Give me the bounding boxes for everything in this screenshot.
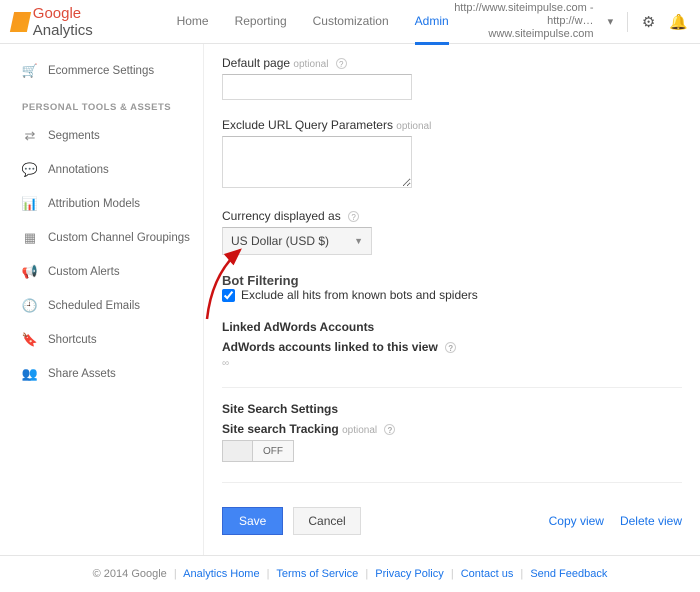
toggle-thumb	[223, 441, 253, 461]
logo[interactable]: Google Analytics	[12, 5, 127, 39]
sidebar-item-shortcuts[interactable]: 🔖 Shortcuts	[14, 323, 203, 357]
cart-icon: 🛒	[22, 63, 38, 79]
site-search-toggle[interactable]: OFF	[222, 440, 294, 462]
bot-filtering-title: Bot Filtering	[222, 273, 682, 288]
sidebar-label: Custom Alerts	[48, 266, 120, 278]
sidebar-item-scheduled-emails[interactable]: 🕘 Scheduled Emails	[14, 289, 203, 323]
linked-adwords-sub: AdWords accounts linked to this view ?	[222, 340, 682, 354]
help-icon[interactable]: ?	[384, 424, 395, 435]
footer-copyright: © 2014 Google	[93, 568, 167, 580]
bell-icon[interactable]: 🔔	[669, 13, 688, 31]
save-button[interactable]: Save	[222, 507, 283, 535]
site-search-sub: Site search Tracking optional ?	[222, 422, 682, 436]
currency-label: Currency displayed as ?	[222, 209, 682, 223]
logo-text: Google Analytics	[33, 5, 127, 39]
segments-icon: ⇄	[22, 128, 38, 144]
linked-hint: ∞	[222, 358, 682, 369]
megaphone-icon: 📢	[22, 264, 38, 280]
delete-view-link[interactable]: Delete view	[620, 514, 682, 528]
sidebar-label: Segments	[48, 130, 100, 142]
annotations-icon: 💬	[22, 162, 38, 178]
attribution-icon: 📊	[22, 196, 38, 212]
help-icon[interactable]: ?	[348, 211, 359, 222]
property-picker[interactable]: http://www.siteimpulse.com - http://w… w…	[449, 2, 594, 41]
sidebar: 🛒 Ecommerce Settings PERSONAL TOOLS & AS…	[0, 44, 204, 555]
exclude-params-label: Exclude URL Query Parameters optional	[222, 118, 682, 132]
divider	[222, 387, 682, 388]
help-icon[interactable]: ?	[445, 342, 456, 353]
nav-reporting[interactable]: Reporting	[235, 0, 287, 43]
sidebar-item-attribution[interactable]: 📊 Attribution Models	[14, 187, 203, 221]
sidebar-item-annotations[interactable]: 💬 Annotations	[14, 153, 203, 187]
sidebar-label: Ecommerce Settings	[48, 65, 154, 77]
divider	[627, 12, 628, 32]
cancel-button[interactable]: Cancel	[293, 507, 360, 535]
property-line1: http://www.siteimpulse.com - http://w…	[449, 2, 594, 28]
sidebar-label: Shortcuts	[48, 334, 97, 346]
exclude-params-textarea[interactable]	[222, 136, 412, 188]
top-nav: Home Reporting Customization Admin	[177, 0, 449, 43]
footer-link-privacy[interactable]: Privacy Policy	[375, 568, 443, 580]
nav-home[interactable]: Home	[177, 0, 209, 43]
footer: © 2014 Google | Analytics Home | Terms o…	[0, 555, 700, 592]
bot-filter-checkbox-row[interactable]: Exclude all hits from known bots and spi…	[222, 288, 682, 302]
nav-customization[interactable]: Customization	[313, 0, 389, 43]
sidebar-label: Annotations	[48, 164, 109, 176]
sidebar-item-share-assets[interactable]: 👥 Share Assets	[14, 357, 203, 391]
chevron-down-icon: ▼	[354, 236, 363, 246]
main-content: Default page optional ? Exclude URL Quer…	[204, 44, 700, 555]
currency-value: US Dollar (USD $)	[231, 234, 329, 248]
default-page-input[interactable]	[222, 74, 412, 100]
currency-select[interactable]: US Dollar (USD $) ▼	[222, 227, 372, 255]
site-search-title: Site Search Settings	[222, 402, 682, 416]
channel-icon: ▦	[22, 230, 38, 246]
bot-filter-label: Exclude all hits from known bots and spi…	[241, 288, 478, 302]
analytics-logo-icon	[10, 12, 31, 32]
chevron-down-icon[interactable]: ▾	[608, 15, 614, 28]
sidebar-label: Share Assets	[48, 368, 116, 380]
share-icon: 👥	[22, 366, 38, 382]
sidebar-item-segments[interactable]: ⇄ Segments	[14, 119, 203, 153]
sidebar-label: Attribution Models	[48, 198, 140, 210]
gear-icon[interactable]: ⚙	[642, 13, 655, 31]
toggle-off-label: OFF	[253, 441, 293, 461]
sidebar-label: Scheduled Emails	[48, 300, 140, 312]
sidebar-section-header: PERSONAL TOOLS & ASSETS	[14, 88, 203, 119]
bot-filter-checkbox[interactable]	[222, 289, 235, 302]
shortcut-icon: 🔖	[22, 332, 38, 348]
footer-link-terms[interactable]: Terms of Service	[276, 568, 358, 580]
property-line2: www.siteimpulse.com	[449, 28, 594, 41]
footer-link-feedback[interactable]: Send Feedback	[530, 568, 607, 580]
sidebar-item-channel-groupings[interactable]: ▦ Custom Channel Groupings	[14, 221, 203, 255]
help-icon[interactable]: ?	[336, 58, 347, 69]
nav-admin[interactable]: Admin	[415, 0, 449, 45]
default-page-label: Default page optional ?	[222, 56, 682, 70]
divider	[222, 482, 682, 483]
linked-adwords-title: Linked AdWords Accounts	[222, 320, 682, 334]
sidebar-item-alerts[interactable]: 📢 Custom Alerts	[14, 255, 203, 289]
sidebar-item-ecommerce[interactable]: 🛒 Ecommerce Settings	[14, 54, 203, 88]
footer-link-contact[interactable]: Contact us	[461, 568, 514, 580]
clock-icon: 🕘	[22, 298, 38, 314]
copy-view-link[interactable]: Copy view	[549, 514, 604, 528]
footer-link-analytics-home[interactable]: Analytics Home	[183, 568, 259, 580]
sidebar-label: Custom Channel Groupings	[48, 232, 190, 244]
